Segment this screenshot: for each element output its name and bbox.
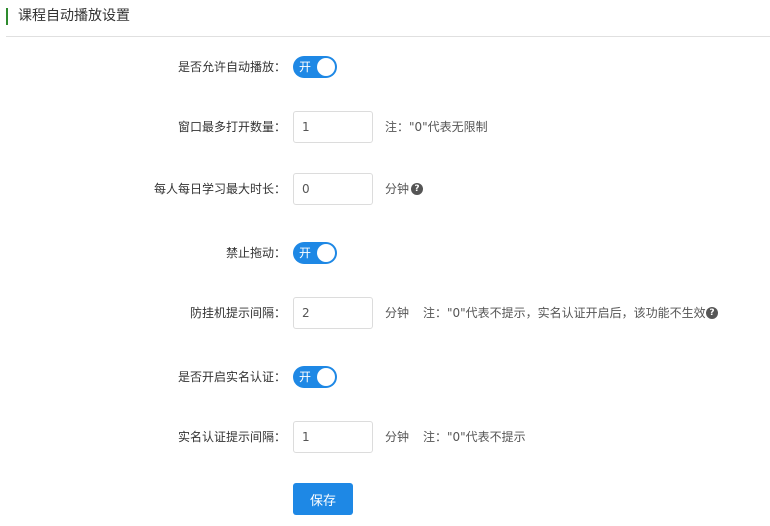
header-accent-bar [6,7,8,25]
page-header: 课程自动播放设置 [6,6,130,26]
header-divider [6,36,770,37]
realname-toggle-knob [317,368,335,386]
autoplay-label: 是否允许自动播放： [177,60,286,74]
realname-toggle-text: 开 [299,370,312,384]
no-drag-toggle-knob [317,244,335,262]
realname-interval-label: 实名认证提示间隔： [177,430,286,444]
max-windows-row: 窗口最多打开数量： 注："0"代表无限制 [0,111,770,143]
max-windows-input[interactable] [293,111,373,143]
autoplay-row: 是否允许自动播放： 开 [0,51,770,83]
daily-max-input[interactable] [293,173,373,205]
autoplay-toggle[interactable]: 开 [293,56,337,78]
question-circle-icon[interactable]: ? [411,183,423,195]
max-windows-label: 窗口最多打开数量： [177,120,286,134]
realname-label: 是否开启实名认证： [177,370,286,384]
question-circle-icon[interactable]: ? [706,307,718,319]
daily-max-label: 每人每日学习最大时长： [153,182,286,196]
daily-max-row: 每人每日学习最大时长： 分钟 ? [0,173,770,205]
no-drag-toggle[interactable]: 开 [293,242,337,264]
page-title: 课程自动播放设置 [18,8,130,24]
realname-row: 是否开启实名认证： 开 [0,361,770,393]
anti-idle-row: 防挂机提示间隔： 分钟 注："0"代表不提示，实名认证开启后，该功能不生效 ? [0,297,770,329]
no-drag-toggle-text: 开 [299,246,312,260]
max-windows-note: 注："0"代表无限制 [385,120,488,134]
anti-idle-input[interactable] [293,297,373,329]
anti-idle-unit: 分钟 [385,306,410,320]
realname-interval-row: 实名认证提示间隔： 分钟 注："0"代表不提示 [0,421,770,453]
realname-interval-note: 注："0"代表不提示 [423,430,526,444]
anti-idle-label: 防挂机提示间隔： [189,306,286,320]
realname-toggle[interactable]: 开 [293,366,337,388]
anti-idle-note: 注："0"代表不提示，实名认证开启后，该功能不生效 [423,306,706,320]
no-drag-row: 禁止拖动： 开 [0,237,770,269]
realname-interval-unit: 分钟 [385,430,410,444]
save-button[interactable]: 保存 [293,483,353,515]
daily-max-unit: 分钟 [385,182,410,196]
realname-interval-input[interactable] [293,421,373,453]
no-drag-label: 禁止拖动： [225,246,286,260]
autoplay-toggle-knob [317,58,335,76]
autoplay-toggle-text: 开 [299,60,312,74]
